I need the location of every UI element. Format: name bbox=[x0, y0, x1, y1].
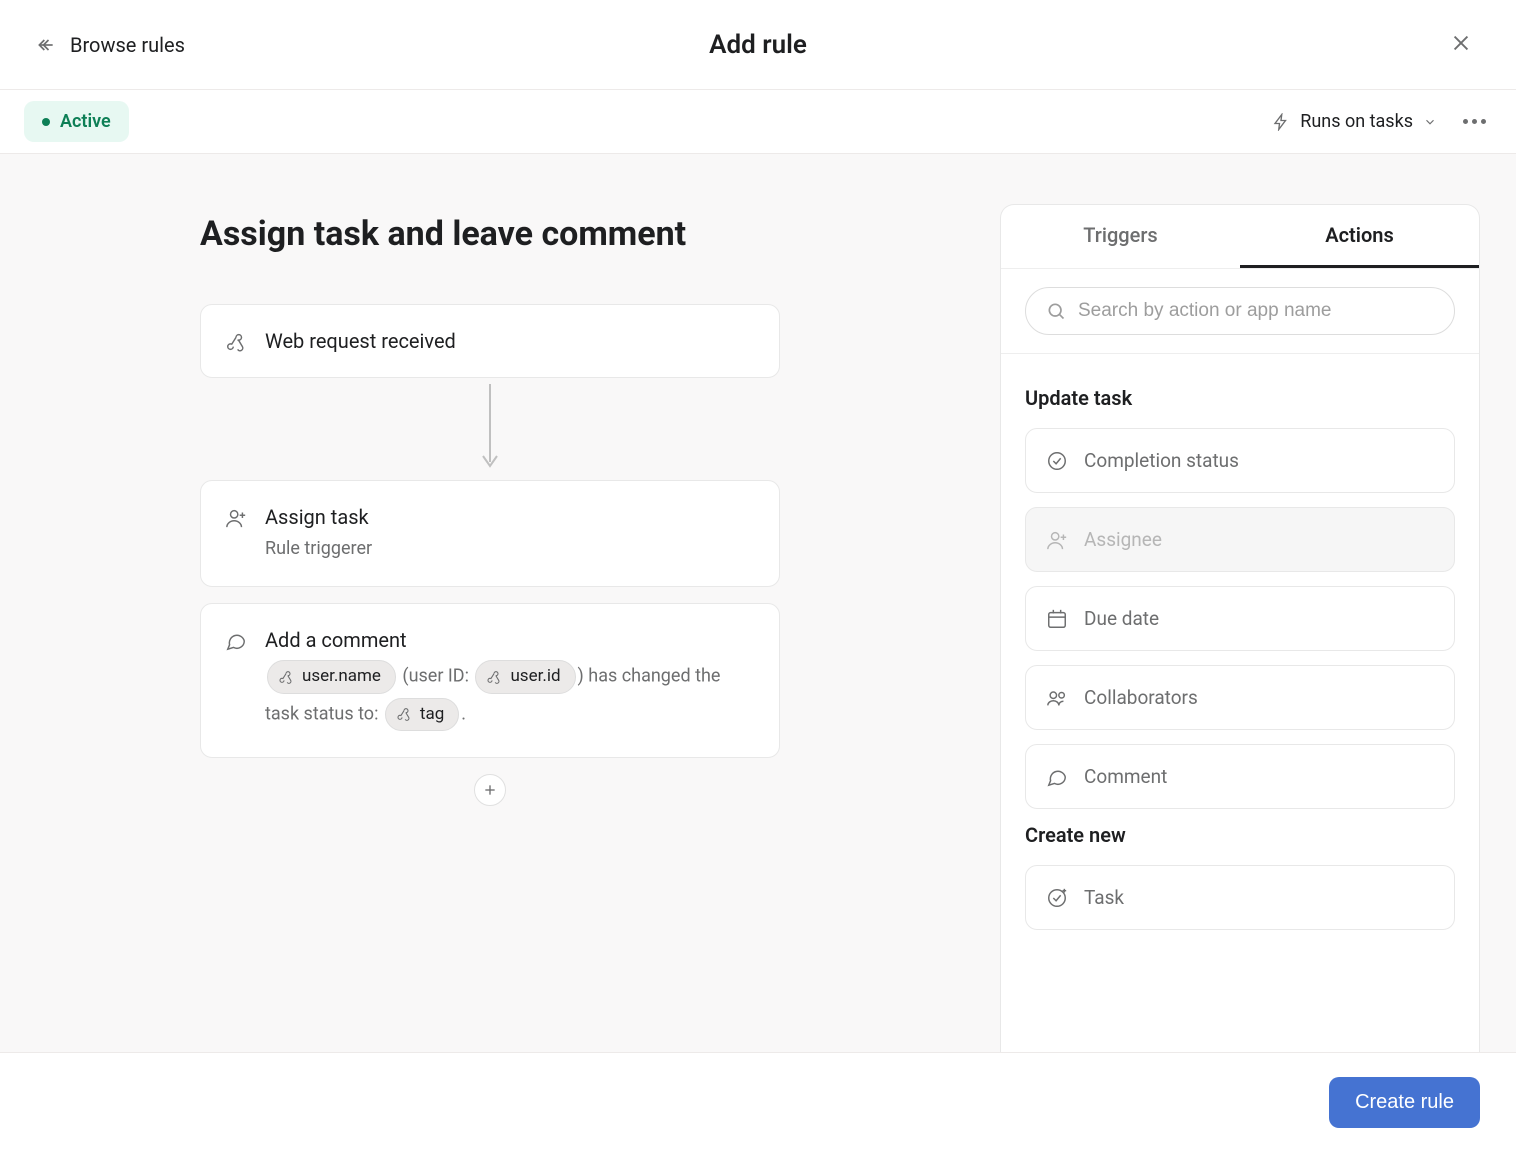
section-label: Create new bbox=[1025, 823, 1455, 847]
assign-person-icon bbox=[1046, 529, 1068, 551]
add-step-button[interactable] bbox=[474, 774, 506, 806]
check-circle-icon bbox=[1046, 450, 1068, 472]
action-card-comment[interactable]: Add a comment user.name (user ID: user.i… bbox=[200, 603, 780, 758]
trigger-label: Web request received bbox=[265, 329, 755, 353]
action-option-assignee: Assignee bbox=[1025, 507, 1455, 572]
more-horizontal-icon bbox=[1463, 119, 1486, 124]
action-option-collaborators[interactable]: Collaborators bbox=[1025, 665, 1455, 730]
people-icon bbox=[1046, 687, 1068, 709]
task-add-icon bbox=[1046, 887, 1068, 909]
action-option-task[interactable]: Task bbox=[1025, 865, 1455, 930]
plus-icon bbox=[482, 782, 498, 798]
webhook-icon bbox=[225, 331, 247, 353]
action-option-label: Due date bbox=[1084, 607, 1159, 630]
action-option-comment[interactable]: Comment bbox=[1025, 744, 1455, 809]
variable-token: tag bbox=[385, 698, 459, 732]
runs-on-label: Runs on tasks bbox=[1300, 111, 1413, 132]
chevron-down-icon bbox=[1423, 115, 1437, 129]
action-option-label: Task bbox=[1084, 886, 1124, 909]
section-label: Update task bbox=[1025, 386, 1455, 410]
trigger-card[interactable]: Web request received bbox=[200, 304, 780, 378]
page-title: Add rule bbox=[709, 30, 807, 60]
comment-icon bbox=[225, 630, 247, 652]
search-icon bbox=[1046, 301, 1066, 321]
calendar-icon bbox=[1046, 608, 1068, 630]
more-button[interactable] bbox=[1457, 113, 1492, 130]
tab-triggers[interactable]: Triggers bbox=[1001, 205, 1240, 268]
variable-token: user.id bbox=[475, 660, 575, 694]
comment-preview: user.name (user ID: user.id) has changed… bbox=[265, 658, 755, 733]
browse-rules-label: Browse rules bbox=[70, 33, 185, 57]
flow-arrow bbox=[200, 384, 780, 474]
status-label: Active bbox=[60, 111, 111, 132]
bolt-icon bbox=[1272, 113, 1290, 131]
action-option-label: Comment bbox=[1084, 765, 1167, 788]
action-option-due-date[interactable]: Due date bbox=[1025, 586, 1455, 651]
actions-sidepanel: Triggers Actions Update task Completion … bbox=[1000, 204, 1480, 1052]
assign-person-icon bbox=[225, 507, 247, 529]
arrow-left-icon bbox=[36, 35, 56, 55]
search-box[interactable] bbox=[1025, 287, 1455, 335]
action-title: Add a comment bbox=[265, 628, 755, 652]
variable-token: user.name bbox=[267, 660, 396, 694]
action-option-label: Completion status bbox=[1084, 449, 1239, 472]
close-icon bbox=[1450, 32, 1472, 54]
rule-title-input[interactable]: Assign task and leave comment bbox=[200, 214, 780, 254]
action-option-label: Collaborators bbox=[1084, 686, 1198, 709]
action-option-completion-status[interactable]: Completion status bbox=[1025, 428, 1455, 493]
action-card-assign[interactable]: Assign task Rule triggerer bbox=[200, 480, 780, 587]
status-pill[interactable]: Active bbox=[24, 101, 129, 142]
actions-list[interactable]: Update task Completion status Assignee D… bbox=[1001, 354, 1479, 1052]
browse-rules-button[interactable]: Browse rules bbox=[36, 33, 185, 57]
runs-on-dropdown[interactable]: Runs on tasks bbox=[1272, 111, 1437, 132]
tab-actions[interactable]: Actions bbox=[1240, 205, 1479, 268]
action-option-label: Assignee bbox=[1084, 528, 1162, 551]
action-subtitle: Rule triggerer bbox=[265, 535, 755, 562]
search-input[interactable] bbox=[1078, 300, 1434, 322]
status-dot-icon bbox=[42, 118, 50, 126]
action-title: Assign task bbox=[265, 505, 755, 529]
create-rule-button[interactable]: Create rule bbox=[1329, 1077, 1480, 1128]
comment-icon bbox=[1046, 766, 1068, 788]
close-button[interactable] bbox=[1442, 24, 1480, 66]
